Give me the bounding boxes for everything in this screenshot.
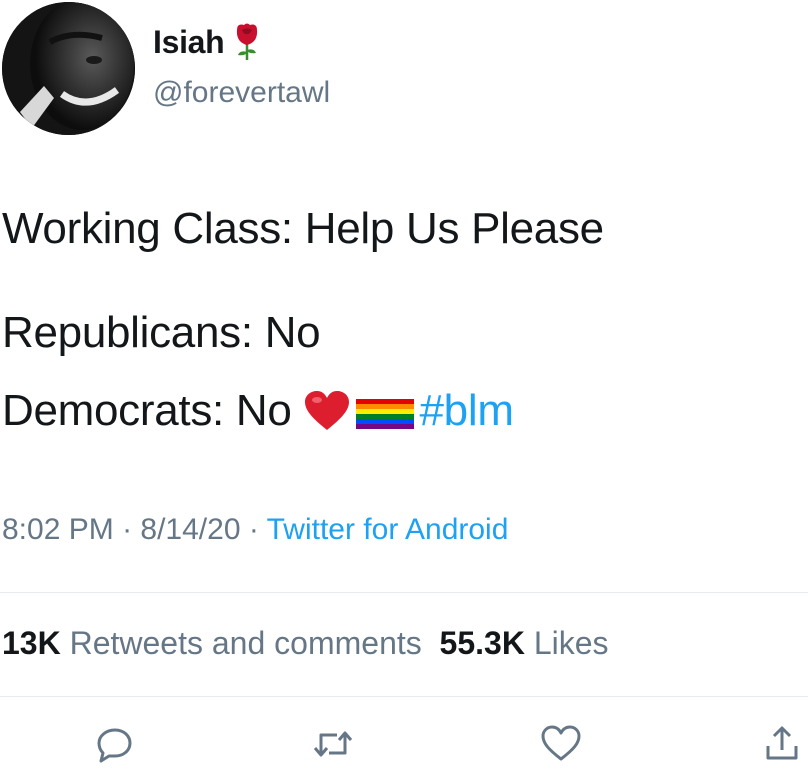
retweets-count: 13K	[2, 625, 61, 661]
retweet-icon	[311, 724, 355, 769]
red-heart-icon	[304, 390, 350, 432]
reply-icon	[95, 724, 135, 769]
retweets-label: Retweets and comments	[69, 625, 422, 661]
avatar[interactable]	[2, 2, 135, 135]
tweet-card: Isiah @forevertawl Working Class: Help U…	[0, 0, 808, 775]
tweet-text-line-2: Republicans: No	[2, 308, 321, 357]
heart-icon	[540, 724, 582, 769]
hashtag-link[interactable]: #blm	[420, 386, 514, 436]
rainbow-flag-icon	[355, 393, 414, 429]
likes-count: 55.3K	[439, 625, 525, 661]
meta-separator-2: ·	[240, 513, 267, 546]
like-button[interactable]	[537, 722, 585, 770]
retweets-stat[interactable]: 13K Retweets and comments	[2, 625, 422, 661]
tweet-text-line-1: Working Class: Help Us Please	[2, 204, 604, 253]
tweet-meta: 8:02 PM · 8/14/20 · Twitter for Android	[2, 513, 508, 547]
tweet-stats: 13K Retweets and comments 55.3K Likes	[2, 625, 609, 662]
tweet-source-link[interactable]: Twitter for Android	[267, 513, 509, 546]
divider	[0, 592, 808, 593]
reply-button[interactable]	[91, 722, 139, 770]
meta-separator-1: ·	[113, 513, 141, 546]
rose-icon	[232, 22, 262, 62]
likes-label: Likes	[533, 625, 609, 661]
divider	[0, 696, 808, 697]
user-handle[interactable]: @forevertawl	[153, 76, 330, 110]
tweet-text-line-3-text: Democrats: No	[2, 386, 292, 435]
tweet-text-line-3: Democrats: No #blm	[2, 386, 514, 436]
share-button[interactable]	[758, 722, 806, 770]
likes-stat[interactable]: 55.3K Likes	[440, 625, 609, 661]
display-name[interactable]: Isiah	[153, 24, 225, 61]
retweet-button[interactable]	[309, 722, 357, 770]
tweet-time[interactable]: 8:02 PM	[2, 513, 114, 546]
tweet-date[interactable]: 8/14/20	[140, 513, 240, 546]
action-bar	[0, 722, 808, 772]
share-icon	[762, 724, 802, 769]
name-row: Isiah	[153, 22, 262, 62]
